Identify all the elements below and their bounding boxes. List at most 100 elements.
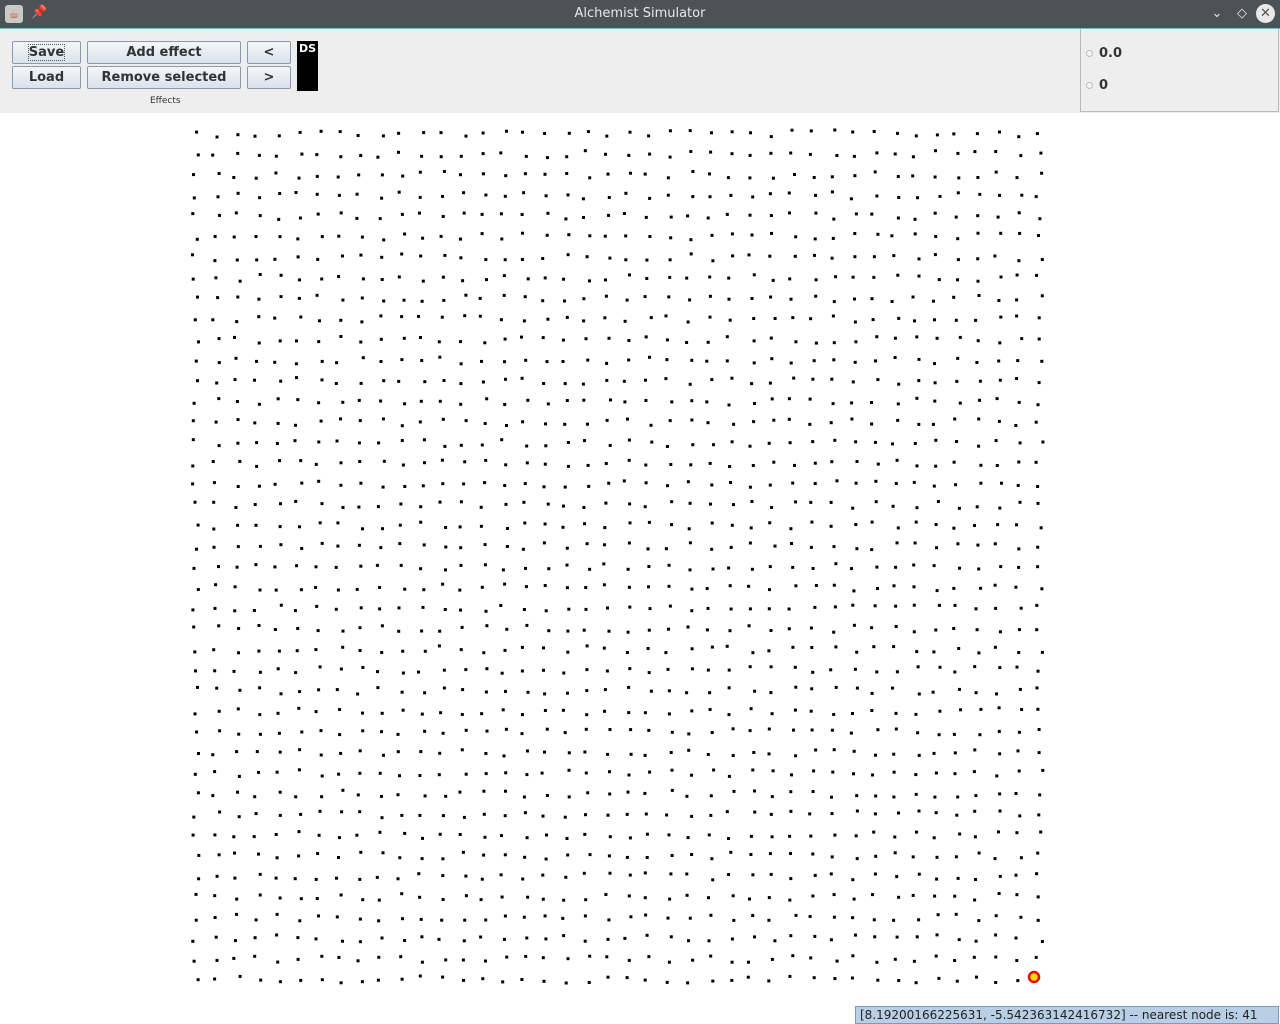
node[interactable] [275, 933, 279, 937]
node[interactable] [213, 916, 217, 919]
node[interactable] [320, 378, 324, 382]
node[interactable] [339, 667, 343, 671]
node[interactable] [441, 582, 445, 586]
node[interactable] [545, 233, 549, 237]
node[interactable] [629, 171, 632, 175]
node[interactable] [418, 211, 421, 215]
node[interactable] [648, 152, 652, 156]
node[interactable] [997, 419, 1001, 423]
node[interactable] [499, 318, 503, 322]
node[interactable] [294, 191, 298, 194]
node[interactable] [566, 957, 570, 961]
node[interactable] [296, 957, 300, 961]
node[interactable] [420, 629, 424, 633]
node[interactable] [441, 275, 445, 279]
node[interactable] [397, 190, 401, 194]
node[interactable] [628, 667, 632, 671]
node[interactable] [1016, 484, 1020, 487]
node[interactable] [914, 792, 918, 796]
node[interactable] [851, 275, 855, 279]
node[interactable] [972, 955, 976, 959]
node[interactable] [541, 956, 545, 960]
node[interactable] [218, 213, 221, 217]
node[interactable] [767, 727, 771, 731]
node[interactable] [378, 771, 382, 775]
node[interactable] [483, 481, 487, 485]
node[interactable] [484, 193, 488, 197]
node[interactable] [233, 851, 236, 855]
node[interactable] [748, 176, 752, 180]
node[interactable] [276, 421, 280, 425]
node[interactable] [258, 588, 262, 592]
node[interactable] [832, 583, 836, 587]
node[interactable] [603, 688, 607, 692]
node[interactable] [320, 774, 324, 778]
node[interactable] [1039, 830, 1043, 834]
node[interactable] [999, 315, 1003, 319]
node[interactable] [400, 252, 404, 256]
node[interactable] [567, 131, 571, 135]
node[interactable] [914, 981, 918, 985]
node[interactable] [896, 526, 900, 530]
node[interactable] [1017, 769, 1021, 773]
node[interactable] [686, 320, 690, 324]
node[interactable] [767, 918, 771, 922]
node[interactable] [670, 500, 674, 504]
load-button[interactable]: Load [12, 66, 81, 89]
node[interactable] [522, 191, 526, 195]
node[interactable] [664, 651, 668, 655]
node[interactable] [258, 686, 262, 690]
node[interactable] [479, 505, 483, 509]
node[interactable] [397, 379, 401, 383]
node[interactable] [788, 441, 792, 445]
node[interactable] [215, 958, 219, 962]
node[interactable] [420, 960, 424, 964]
node[interactable] [191, 253, 194, 257]
node[interactable] [503, 194, 507, 198]
node[interactable] [976, 231, 980, 235]
node[interactable] [400, 813, 404, 817]
node[interactable] [954, 855, 958, 859]
node[interactable] [340, 810, 344, 814]
node[interactable] [895, 541, 899, 545]
node[interactable] [338, 836, 341, 840]
node[interactable] [770, 835, 774, 839]
node[interactable] [953, 772, 957, 776]
node[interactable] [1019, 154, 1023, 158]
node[interactable] [437, 937, 441, 941]
node[interactable] [711, 567, 715, 571]
node[interactable] [897, 382, 901, 386]
node[interactable] [464, 772, 468, 776]
node[interactable] [685, 691, 689, 695]
node[interactable] [504, 377, 507, 381]
node[interactable] [1036, 501, 1040, 505]
node[interactable] [998, 666, 1002, 670]
node[interactable] [315, 174, 319, 178]
node[interactable] [835, 479, 839, 483]
node[interactable] [361, 666, 365, 669]
node[interactable] [505, 627, 509, 631]
node[interactable] [648, 235, 652, 238]
node[interactable] [995, 464, 999, 467]
node[interactable] [588, 567, 592, 571]
node[interactable] [217, 444, 221, 448]
node[interactable] [211, 460, 215, 463]
node[interactable] [566, 193, 570, 197]
simulation-canvas[interactable] [0, 113, 1280, 1024]
node[interactable] [1015, 831, 1019, 835]
node[interactable] [708, 195, 712, 199]
node[interactable] [606, 975, 610, 979]
node[interactable] [462, 815, 466, 819]
node[interactable] [1017, 547, 1021, 551]
node[interactable] [317, 914, 320, 918]
node[interactable] [417, 314, 420, 318]
node[interactable] [381, 134, 385, 138]
node[interactable] [938, 709, 942, 713]
node[interactable] [958, 335, 962, 339]
node[interactable] [623, 319, 627, 323]
node[interactable] [398, 774, 401, 778]
node[interactable] [483, 543, 487, 547]
node[interactable] [337, 772, 341, 776]
node[interactable] [315, 897, 319, 900]
node[interactable] [892, 645, 896, 649]
